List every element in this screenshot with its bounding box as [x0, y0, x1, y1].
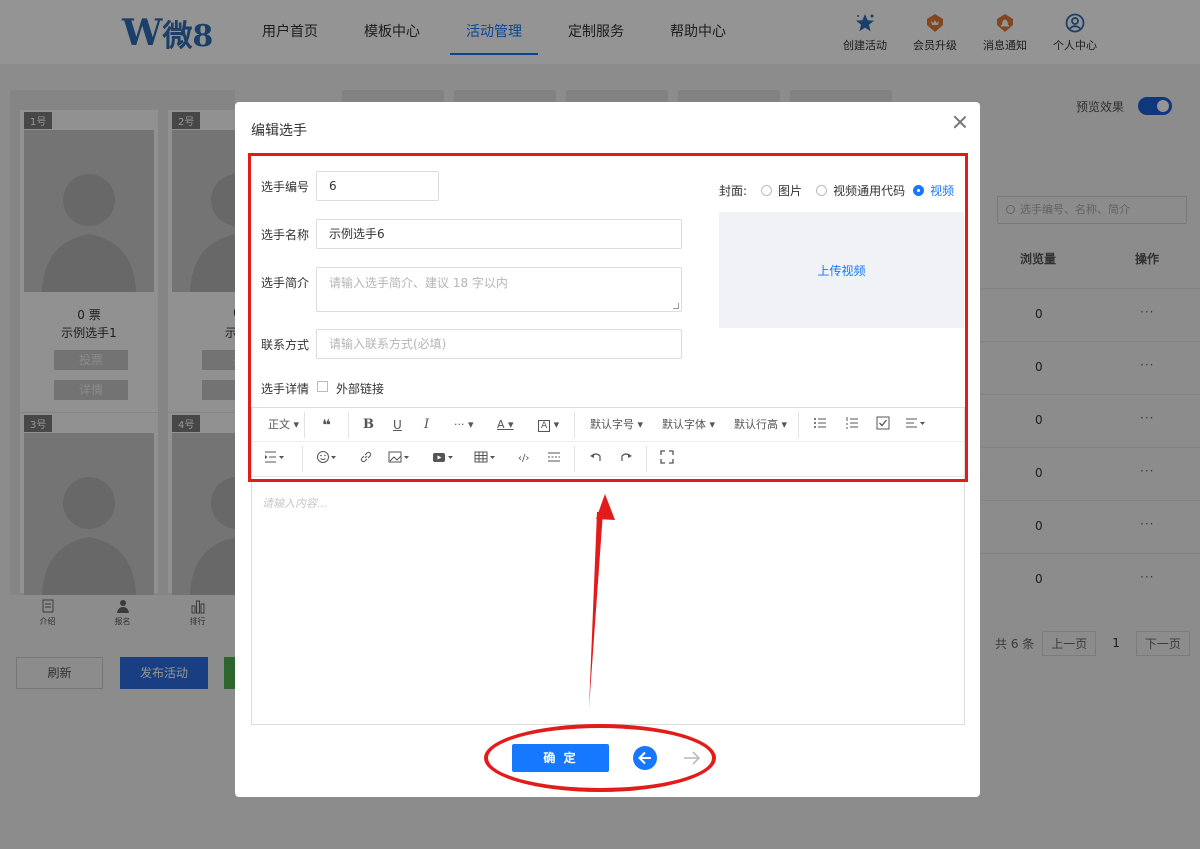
highlight-rectangle: [248, 153, 968, 482]
rich-text-editor[interactable]: 请输入内容...: [251, 477, 965, 725]
close-icon[interactable]: [953, 115, 967, 129]
highlight-ellipse: [484, 724, 716, 792]
editor-placeholder: 请输入内容...: [262, 497, 328, 510]
dialog-title: 编辑选手: [251, 123, 307, 139]
